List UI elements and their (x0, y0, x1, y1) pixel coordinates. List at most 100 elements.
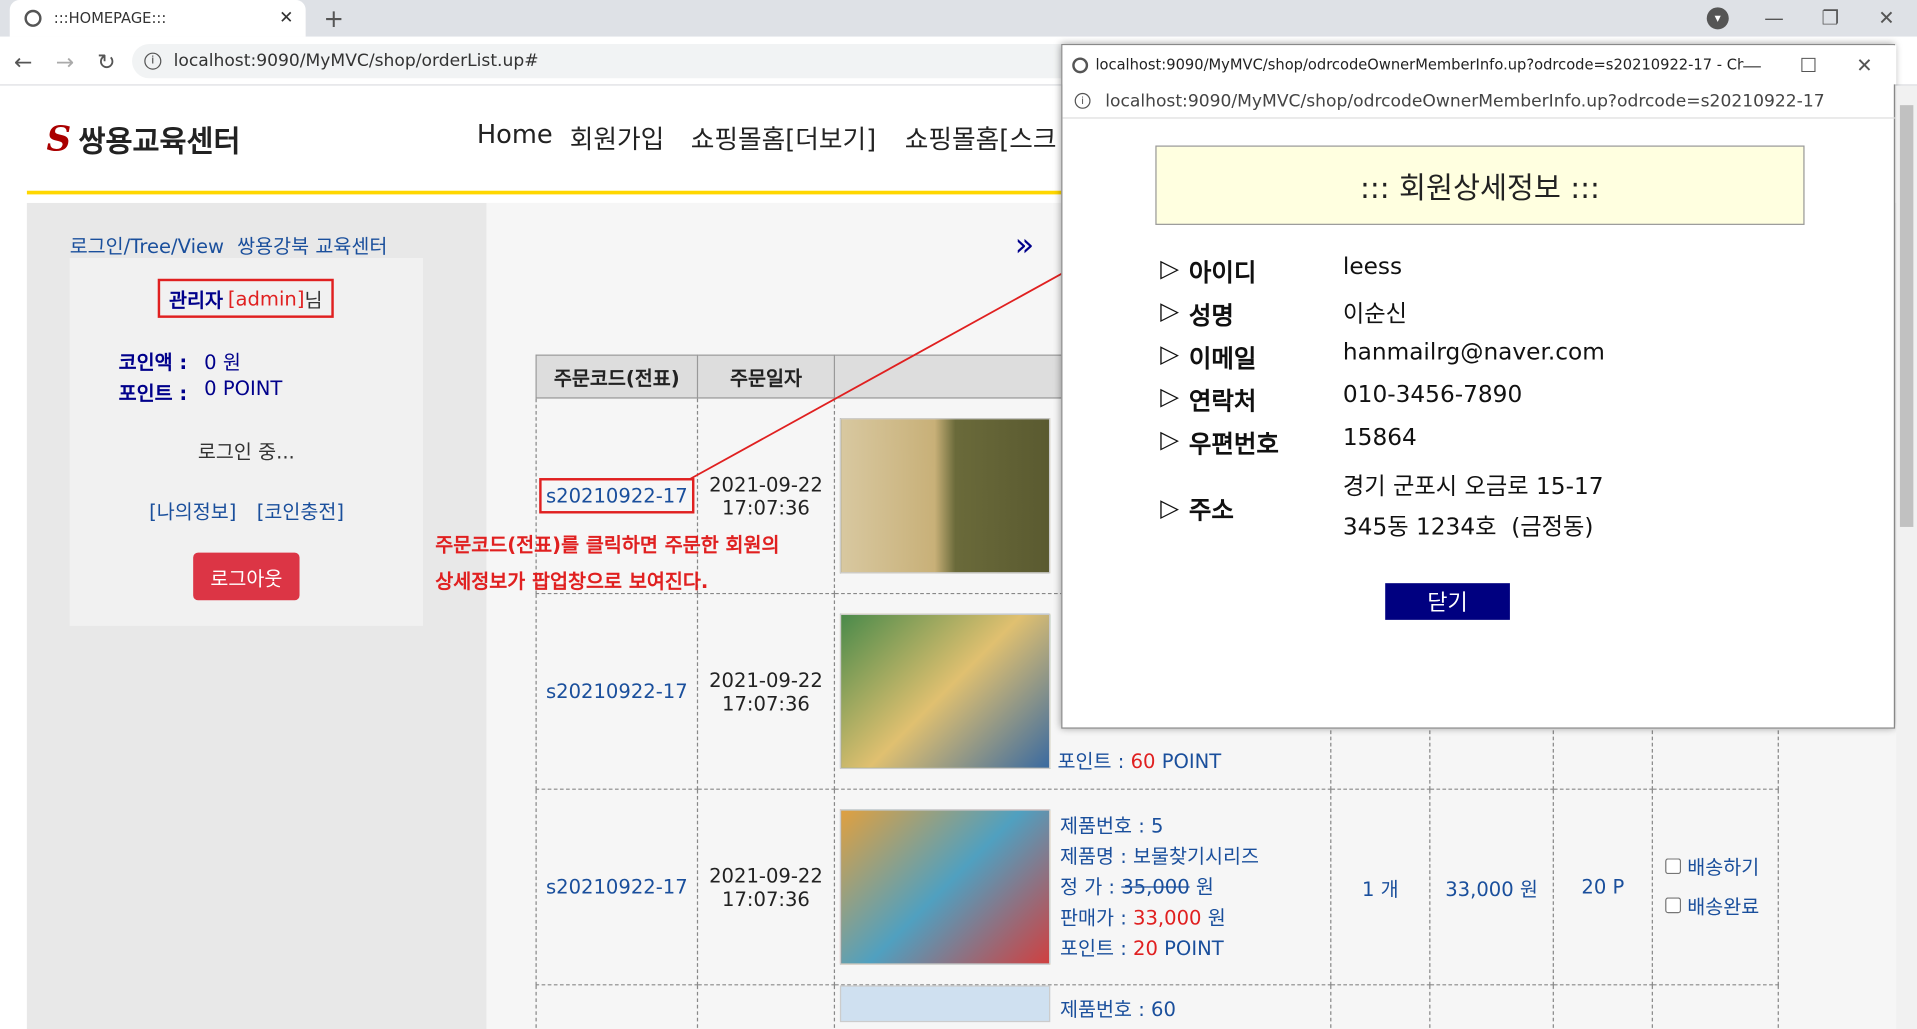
my-info-link[interactable]: [나의정보] (149, 495, 236, 524)
triangle-icon: ▷ (1160, 424, 1180, 454)
order-date-cell: 2021-09-22 17:07:36 (696, 397, 836, 595)
popup-title-bar: localhost:9090/MyMVC/shop/odrcodeOwnerMe… (1062, 45, 1897, 85)
popup-maximize-icon[interactable]: ☐ (1796, 53, 1820, 77)
minimize-icon[interactable]: — (1761, 5, 1788, 29)
point-label: 포인트 : (1057, 749, 1131, 773)
annotation-line-1: 주문코드(전표)를 클릭하면 주문한 회원의 (435, 533, 780, 557)
logo-text: 쌍용교육센터 (78, 124, 241, 159)
col-order-code: 주문코드(전표) (535, 354, 699, 399)
scrollbar-thumb[interactable] (1899, 105, 1914, 527)
order-date-cell: 2021-09-22 17:07:36 (696, 788, 836, 986)
product-info: 제품번호 : 5 제품명 : 보물찾기시리즈 정 가 : 35,000 원 판매… (1060, 811, 1259, 964)
annotation-line-2: 상세정보가 팝업창으로 보여진다. (435, 569, 709, 593)
admin-suffix: 님 (304, 288, 323, 312)
field-id: ▷ 아이디 leess (1160, 253, 1402, 288)
order-code-link[interactable]: s20210922-17 (546, 680, 688, 703)
point-label: 포인트 : (118, 381, 188, 405)
total-cell: 33,000 원 (1429, 788, 1554, 986)
close-tab-icon[interactable]: ✕ (279, 9, 293, 29)
field-value: 경기 군포시 오금로 15-17 (1342, 473, 1604, 501)
globe-icon (24, 9, 42, 27)
info-icon: i (144, 52, 162, 70)
close-window-icon[interactable]: ✕ (1873, 5, 1900, 29)
field-phone: ▷ 연락처 010-3456-7890 (1160, 381, 1522, 416)
ship-done-option[interactable]: 배송완료 (1665, 887, 1777, 926)
qty-cell: 1 개 (1330, 788, 1431, 986)
order-time: 17:07:36 (722, 691, 810, 715)
tab-search-icon[interactable]: ▾ (1706, 7, 1729, 30)
popup-minimize-icon[interactable]: — (1740, 53, 1764, 77)
coin-label: 코인액 : (118, 350, 188, 375)
point-label: 포인트 : (1059, 936, 1134, 960)
order-time: 17:07:36 (722, 886, 810, 911)
nav-shop-scroll[interactable]: 쇼핑몰홈[스크 (905, 120, 1064, 157)
order-date: 2021-09-22 (709, 863, 823, 887)
product-point: 포인트 : 20 POINT (1060, 933, 1259, 964)
field-name: ▷ 성명 이순신 (1160, 296, 1407, 331)
order-code-link[interactable]: s20210922-17 (538, 478, 695, 514)
new-tab-icon[interactable]: + (320, 4, 347, 33)
page-scrollbar[interactable] (1896, 85, 1917, 1029)
order-date: 2021-09-22 (709, 668, 823, 692)
order-date-cell: 2021-09-22 17:07:36 (696, 592, 836, 790)
member-popup-window: localhost:9090/MyMVC/shop/odrcodeOwnerMe… (1061, 44, 1897, 729)
product-cell: 제품번호 : 5 제품명 : 보물찾기시리즈 정 가 : 35,000 원 판매… (833, 788, 1332, 986)
field-value: 15864 (1342, 424, 1417, 452)
field-email: ▷ 이메일 hanmailrg@naver.com (1160, 339, 1605, 374)
sale-label: 판매가 : (1059, 905, 1134, 930)
field-value: 이순신 (1342, 300, 1408, 328)
field-label: 주소 (1188, 494, 1234, 524)
ship-start-label: 배송하기 (1687, 855, 1760, 879)
point-value: 20 (1133, 936, 1158, 960)
sale-value: 33,000 (1133, 905, 1202, 930)
qty-cell (1330, 984, 1431, 1029)
popup-title: localhost:9090/MyMVC/shop/odrcodeOwnerMe… (1095, 56, 1744, 74)
nav-home[interactable]: Home (477, 120, 553, 149)
ship-done-checkbox[interactable] (1665, 896, 1682, 913)
order-code-link[interactable]: s20210922-17 (546, 875, 688, 898)
browser-tab[interactable]: :::HOMEPAGE::: ✕ (9, 0, 306, 37)
popup-close-button[interactable]: 닫기 (1385, 583, 1510, 620)
field-value-2: 345동 1234호 (금정동) (1342, 513, 1594, 541)
back-icon[interactable]: ← (10, 49, 37, 76)
forward-icon[interactable]: → (51, 49, 78, 76)
nav-signup[interactable]: 회원가입 (570, 120, 664, 157)
table-row: 제품번호 : 60 (535, 984, 1779, 1029)
col-order-date: 주문일자 (696, 354, 836, 399)
product-no: 제품번호 : 5 (1059, 814, 1164, 838)
popup-url: localhost:9090/MyMVC/shop/odrcodeOwnerMe… (1105, 91, 1825, 111)
order-date: 2021-09-22 (709, 472, 823, 496)
reload-icon[interactable]: ↻ (93, 49, 120, 76)
point-value: 0 POINT (204, 376, 283, 400)
field-label: 성명 (1188, 300, 1234, 331)
points-cell: 20 P (1552, 788, 1653, 986)
ship-start-option[interactable]: 배송하기 (1665, 848, 1777, 887)
field-label: 이메일 (1188, 343, 1257, 373)
restore-icon[interactable]: ❐ (1817, 5, 1844, 29)
field-value: hanmailrg@naver.com (1342, 338, 1605, 366)
field-postcode: ▷ 우편번호 15864 (1160, 424, 1417, 459)
triangle-icon: ▷ (1160, 295, 1180, 326)
globe-icon (1072, 56, 1089, 73)
sidebar-tree-link[interactable]: 로그인/Tree/View (70, 230, 224, 259)
popup-close-icon[interactable]: ✕ (1852, 53, 1876, 77)
product-sale: 판매가 : 33,000 원 (1060, 902, 1259, 933)
header-divider (26, 190, 1079, 195)
admin-label: 관리자 (169, 288, 224, 312)
product-price: 정 가 : 35,000 원 (1060, 872, 1259, 903)
url-text: localhost:9090/MyMVC/shop/orderList.up# (173, 51, 539, 71)
order-code-cell (535, 984, 699, 1029)
price-value: 35,000 (1121, 875, 1190, 899)
point-unit: POINT (1155, 749, 1222, 773)
triangle-icon: ▷ (1160, 338, 1180, 369)
coin-charge-link[interactable]: [코인충전] (257, 495, 344, 524)
site-logo[interactable]: S 쌍용교육센터 (46, 117, 240, 160)
triangle-icon: ▷ (1160, 253, 1180, 283)
product-name: 제품명 : 보물찾기시리즈 (1059, 844, 1259, 869)
order-code-cell: s20210922-17 (535, 788, 699, 986)
url-field[interactable]: i localhost:9090/MyMVC/shop/orderList.up… (132, 44, 1184, 79)
sidebar-center-link[interactable]: 쌍용강북 교육센터 (237, 230, 387, 259)
logout-button[interactable]: 로그아웃 (193, 552, 300, 601)
nav-shop-more[interactable]: 쇼핑몰홈[더보기] (691, 120, 876, 157)
ship-start-checkbox[interactable] (1665, 857, 1682, 874)
